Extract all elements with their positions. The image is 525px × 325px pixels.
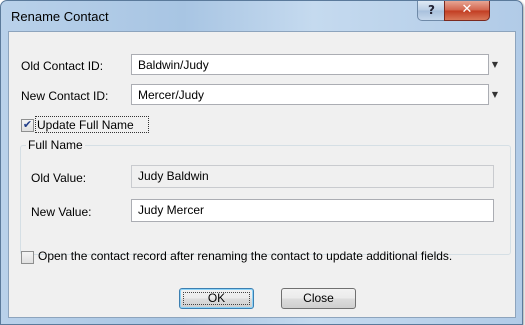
title-bar[interactable]: Rename Contact ? ✕ (1, 1, 522, 31)
new-value-label: New Value: (31, 205, 92, 219)
old-contact-id-input[interactable]: Baldwin/Judy (131, 54, 489, 75)
close-window-button[interactable]: ✕ (444, 1, 490, 21)
rename-contact-dialog: Rename Contact ? ✕ Old Contact ID: Baldw… (0, 0, 523, 325)
full-name-group-label: Full Name (26, 138, 85, 152)
new-contact-id-input[interactable]: Mercer/Judy (131, 84, 489, 105)
old-value-label: Old Value: (31, 171, 87, 185)
open-contact-record-label[interactable]: Open the contact record after renaming t… (38, 249, 452, 263)
chevron-down-icon[interactable]: ▼ (490, 84, 500, 105)
window-title: Rename Contact (11, 9, 109, 24)
update-full-name-label[interactable]: Update Full Name (37, 118, 134, 132)
new-value-input[interactable]: Judy Mercer (131, 199, 494, 222)
old-value-field: Judy Baldwin (131, 165, 494, 188)
help-button[interactable]: ? (417, 1, 446, 21)
checkmark-icon: ✔ (22, 118, 33, 131)
close-button-label: Close (303, 291, 334, 305)
new-contact-id-label: New Contact ID: (21, 89, 109, 103)
old-contact-id-label: Old Contact ID: (21, 59, 104, 73)
update-full-name-checkbox[interactable]: ✔ (21, 118, 34, 132)
open-contact-record-checkbox[interactable] (21, 251, 34, 264)
ok-button[interactable]: OK (179, 288, 254, 309)
chevron-down-icon[interactable]: ▼ (490, 54, 500, 75)
dialog-body: Old Contact ID: Baldwin/Judy ▼ New Conta… (8, 31, 516, 318)
button-focus-rectangle (183, 292, 250, 305)
close-button[interactable]: Close (281, 288, 356, 309)
